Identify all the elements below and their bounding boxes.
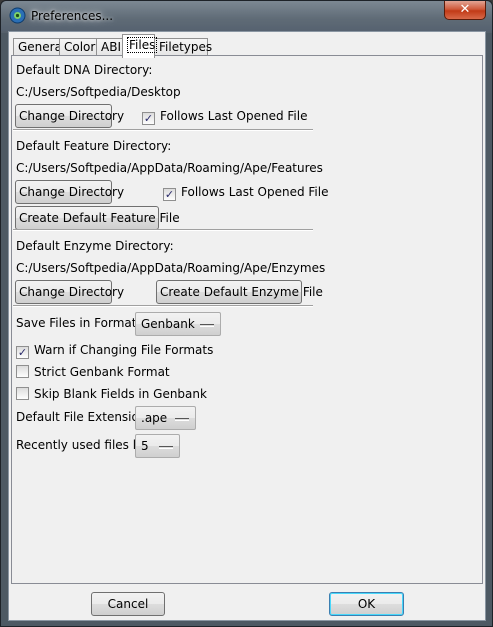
files-tab-panel: Default DNA Directory: C:/Users/Softpedi… [11, 55, 483, 584]
feature-directory-label: Default Feature Directory: [16, 139, 172, 153]
check-icon: ✓ [163, 188, 176, 201]
dropdown-indicator-icon [175, 418, 189, 421]
section-divider [13, 305, 313, 307]
checkbox-empty-icon [16, 365, 29, 378]
save-format-label: Save Files in Format: [16, 316, 141, 330]
ok-button[interactable]: OK [329, 592, 404, 616]
default-extension-dropdown[interactable]: .ape [135, 406, 196, 430]
section-divider [13, 229, 313, 231]
check-icon: ✓ [16, 346, 29, 359]
skip-blank-fields-checkbox[interactable]: Skip Blank Fields in Genbank [16, 387, 207, 403]
tab-abi-label: ABI [101, 40, 121, 54]
tab-files[interactable]: Files [122, 34, 158, 58]
feature-change-directory-button[interactable]: Change Directory [15, 180, 124, 204]
feature-follows-checkbox[interactable]: ✓ Follows Last Opened File [163, 185, 328, 201]
tab-filetypes-label: Filetypes [159, 40, 213, 54]
feature-change-directory-label: Change Directory [19, 185, 125, 199]
cancel-button[interactable]: Cancel [91, 592, 165, 616]
warn-changing-formats-checkbox[interactable]: ✓ Warn if Changing File Formats [16, 343, 213, 359]
recent-files-dropdown[interactable]: 5 [135, 434, 180, 458]
close-button[interactable]: ✕ [444, 1, 486, 20]
dna-follows-label: Follows Last Opened File [160, 109, 308, 123]
tab-files-label: Files [127, 37, 158, 53]
dialog-client-area: General Color ABI Files Filetypes Defaul… [8, 31, 486, 621]
enzyme-directory-path: C:/Users/Softpedia/AppData/Roaming/Ape/E… [16, 261, 326, 275]
create-default-enzyme-file-button[interactable]: Create Default Enzyme File [156, 280, 323, 304]
checkbox-empty-icon [16, 387, 29, 400]
tab-color-label: Color [64, 40, 96, 54]
dna-change-directory-button[interactable]: Change Directory [15, 104, 124, 128]
ok-label: OK [357, 597, 376, 611]
ape-app-icon [9, 7, 26, 24]
strict-genbank-checkbox[interactable]: Strict Genbank Format [16, 365, 170, 381]
strict-genbank-label: Strict Genbank Format [34, 365, 170, 379]
dna-directory-label: Default DNA Directory: [16, 63, 153, 77]
feature-follows-label: Follows Last Opened File [181, 185, 329, 199]
enzyme-change-directory-label: Change Directory [19, 285, 125, 299]
save-format-dropdown[interactable]: Genbank [135, 312, 221, 336]
section-divider [13, 129, 313, 131]
dna-follows-checkbox[interactable]: ✓ Follows Last Opened File [142, 109, 307, 125]
close-icon: ✕ [459, 2, 471, 17]
default-extension-label: Default File Extension [16, 410, 147, 424]
warn-changing-formats-label: Warn if Changing File Formats [34, 343, 214, 357]
cancel-label: Cancel [107, 597, 149, 611]
create-default-feature-file-button[interactable]: Create Default Feature File [15, 206, 180, 230]
create-default-feature-file-label: Create Default Feature File [19, 211, 180, 225]
recent-files-label: Recently used files list [16, 438, 151, 452]
feature-directory-path: C:/Users/Softpedia/AppData/Roaming/Ape/F… [16, 161, 323, 175]
window-title: Preferences... [31, 9, 114, 23]
enzyme-change-directory-button[interactable]: Change Directory [15, 280, 124, 304]
dropdown-indicator-icon [200, 324, 214, 327]
dna-change-directory-label: Change Directory [19, 109, 125, 123]
default-extension-value: .ape [141, 411, 168, 425]
preferences-window: Preferences... ✕ General Color ABI Files… [0, 0, 493, 627]
recent-files-value: 5 [141, 439, 149, 453]
skip-blank-fields-label: Skip Blank Fields in Genbank [34, 387, 207, 401]
save-format-value: Genbank [141, 317, 195, 331]
enzyme-directory-label: Default Enzyme Directory: [16, 239, 174, 253]
dna-directory-path: C:/Users/Softpedia/Desktop [16, 85, 181, 99]
dropdown-indicator-icon [159, 446, 173, 449]
create-default-enzyme-file-label: Create Default Enzyme File [160, 285, 323, 299]
check-icon: ✓ [142, 112, 155, 125]
title-bar[interactable]: Preferences... ✕ [1, 1, 492, 31]
